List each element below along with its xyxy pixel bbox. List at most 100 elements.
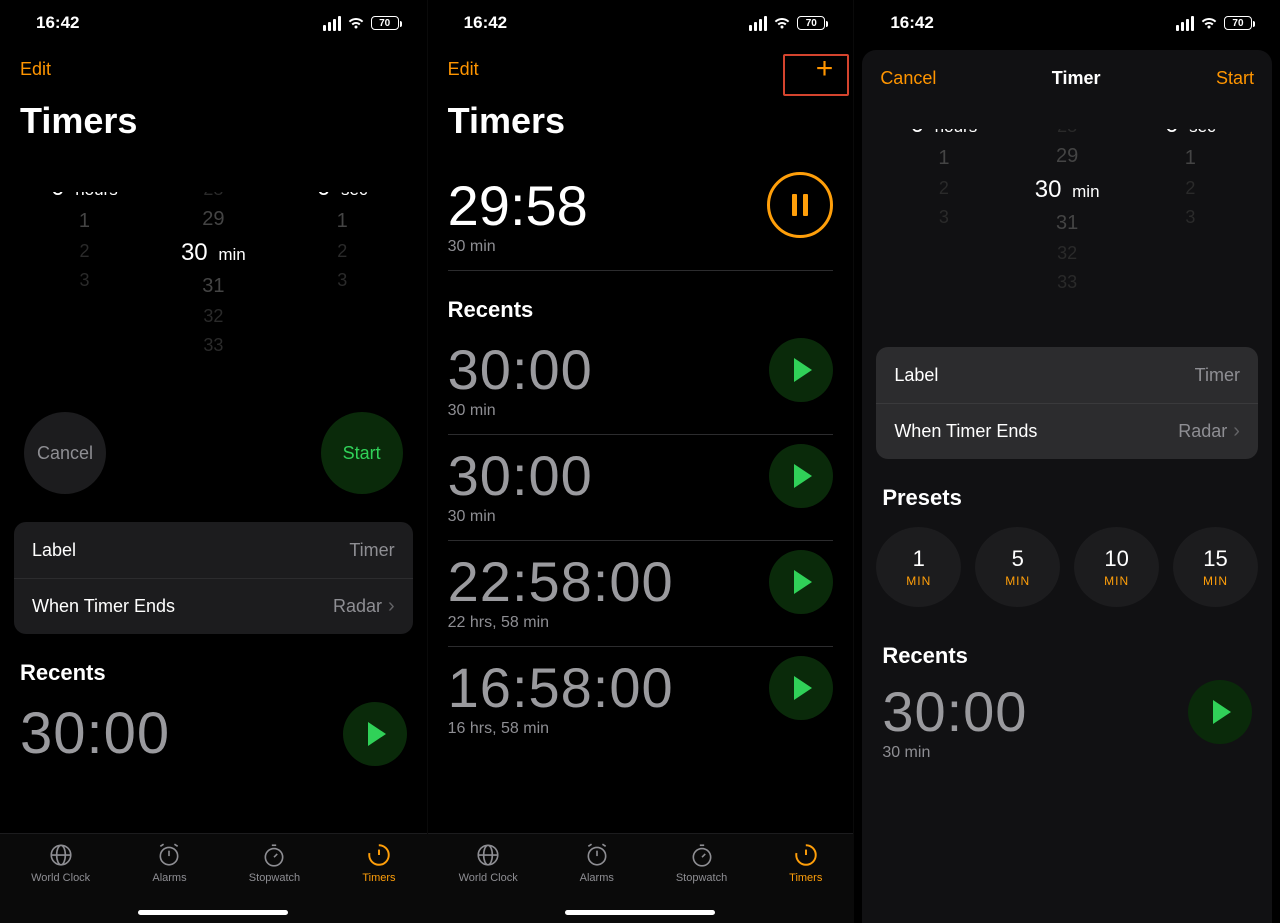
stopwatch-icon [261,842,287,868]
play-icon [794,464,812,488]
tab-stopwatch[interactable]: Stopwatch [676,842,727,884]
battery-icon: 70 [371,16,399,30]
control-row: Cancel Start [0,412,427,494]
picker-col-hours[interactable]: 0 hours 1 2 3 [882,129,1005,319]
play-button[interactable] [343,702,407,766]
when-ends-row[interactable]: When Timer Ends Radar› [14,578,413,634]
wifi-icon [773,16,791,30]
battery-level: 70 [379,18,390,29]
preset-button[interactable]: 1MIN [876,527,961,607]
status-bar: 16:42 70 [854,0,1280,46]
timer-icon [793,842,819,868]
globe-icon [475,842,501,868]
tab-world-clock[interactable]: World Clock [31,842,90,884]
recent-row[interactable]: 22:58:00 [428,541,854,614]
preset-button[interactable]: 10MIN [1074,527,1159,607]
status-time: 16:42 [890,13,933,33]
tab-alarms[interactable]: Alarms [580,842,614,884]
start-button[interactable]: Start [321,412,403,494]
label-value: Timer [1195,365,1240,386]
preset-button[interactable]: 5MIN [975,527,1060,607]
presets-header: Presets [862,459,1272,517]
recents-header: Recents [0,634,427,692]
edit-button[interactable]: Edit [448,59,479,80]
alarm-icon [156,842,182,868]
tab-timers[interactable]: Timers [789,842,822,884]
running-sub: 30 min [428,238,854,266]
label-key: Label [894,365,938,386]
ends-key: When Timer Ends [894,421,1037,442]
home-indicator[interactable] [565,910,715,915]
tab-bar: World Clock Alarms Stopwatch Timers [428,833,854,923]
status-right: 70 [323,16,399,31]
settings-group: Label Timer When Timer Ends Radar› [14,522,413,634]
cancel-button[interactable]: Cancel [24,412,106,494]
screen-3-new-timer-sheet: 16:42 70 Cancel Timer Start 0 hours [853,0,1280,923]
pause-button[interactable] [767,172,833,238]
status-right: 70 [749,16,825,31]
play-button[interactable] [769,444,833,508]
recent-time: 16:58:00 [448,655,674,720]
running-time: 29:58 [448,173,588,238]
status-bar: 16:42 70 [0,0,427,46]
recent-sub: 30 min [428,508,854,536]
edit-button[interactable]: Edit [20,59,51,80]
preset-button[interactable]: 15MIN [1173,527,1258,607]
cellular-icon [1176,16,1194,31]
recent-sub: 22 hrs, 58 min [428,614,854,642]
duration-picker[interactable]: 0 hours 1 2 3 27 28 29 30 min 31 32 33 [20,192,407,392]
modal-sheet: Cancel Timer Start 0 hours 1 2 3 [862,50,1272,923]
tab-timers[interactable]: Timers [362,842,395,884]
recent-time: 30:00 [448,337,593,402]
recent-row[interactable]: 30:00 [428,329,854,402]
play-button[interactable] [1188,680,1252,744]
battery-level: 70 [806,18,817,29]
play-icon [1213,700,1231,724]
recent-row[interactable]: 30:00 [428,435,854,508]
picker-col-min[interactable]: 27 28 29 30 min 31 32 33 [1006,129,1129,319]
play-icon [794,570,812,594]
play-button[interactable] [769,656,833,720]
status-bar: 16:42 70 [428,0,854,46]
recent-time: 30:00 [20,700,170,767]
wifi-icon [347,16,365,30]
screen-2-timers-running: 16:42 70 Edit + Timers 29:58 30 min Rece… [427,0,854,923]
when-ends-row[interactable]: When Timer Ends Radar› [876,403,1258,459]
status-right: 70 [1176,16,1252,31]
start-button[interactable]: Start [1216,68,1254,89]
cancel-button[interactable]: Cancel [880,68,936,89]
play-button[interactable] [769,550,833,614]
picker-col-sec[interactable]: 0 sec 1 2 3 [278,192,407,392]
recent-sub: 30 min [862,744,1272,772]
picker-col-sec[interactable]: 0 sec 1 2 3 [1129,129,1252,319]
label-row[interactable]: Label Timer [876,347,1258,403]
annotation-highlight [783,54,849,96]
label-key: Label [32,540,76,561]
sheet-nav: Cancel Timer Start [862,50,1272,99]
label-row[interactable]: Label Timer [14,522,413,578]
recents-header: Recents [428,271,854,329]
picker-col-min[interactable]: 27 28 29 30 min 31 32 33 [149,192,278,392]
recent-row[interactable]: 30:00 [0,692,427,767]
screen-1-timers-picker: 16:42 70 Edit Timers 0 hours 1 2 3 [0,0,427,923]
status-time: 16:42 [464,13,507,33]
recent-row[interactable]: 30:00 [862,675,1272,744]
settings-group: Label Timer When Timer Ends Radar› [876,347,1258,459]
cellular-icon [323,16,341,31]
tab-world-clock[interactable]: World Clock [459,842,518,884]
recent-sub: 16 hrs, 58 min [428,720,854,748]
tab-alarms[interactable]: Alarms [152,842,186,884]
recent-time: 30:00 [448,443,593,508]
home-indicator[interactable] [138,910,288,915]
tab-bar: World Clock Alarms Stopwatch Timers [0,833,427,923]
tab-stopwatch[interactable]: Stopwatch [249,842,300,884]
battery-icon: 70 [1224,16,1252,30]
picker-col-hours[interactable]: 0 hours 1 2 3 [20,192,149,392]
recent-row[interactable]: 16:58:00 [428,647,854,720]
presets-row: 1MIN 5MIN 10MIN 15MIN [862,517,1272,617]
running-timer-row[interactable]: 29:58 [428,152,854,238]
cellular-icon [749,16,767,31]
duration-picker[interactable]: 0 hours 1 2 3 27 28 29 30 min 31 32 33 [882,129,1252,319]
play-button[interactable] [769,338,833,402]
recent-sub: 30 min [428,402,854,430]
